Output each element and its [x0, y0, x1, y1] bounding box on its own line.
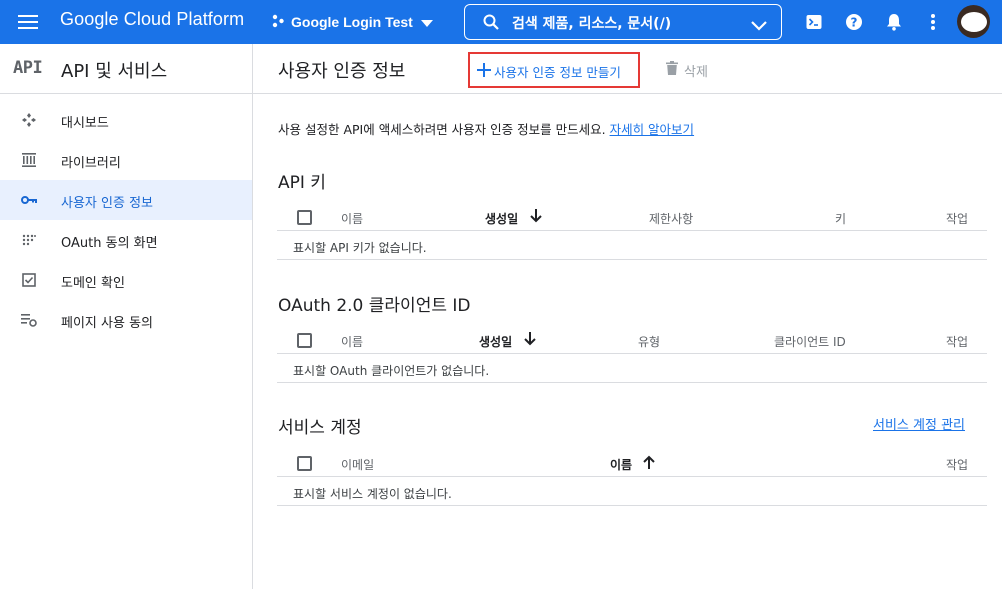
page-title: 사용자 인증 정보 — [278, 61, 406, 82]
column-header[interactable]: 이름 — [341, 333, 363, 350]
key-icon — [20, 192, 38, 208]
create-credentials-button[interactable]: 사용자 인증 정보 만들기 — [468, 52, 640, 88]
select-all-checkbox[interactable] — [297, 333, 312, 348]
table-row: 표시할 서비스 계정이 없습니다. — [277, 477, 987, 506]
sidebar-item-label: 라이브러리 — [61, 156, 121, 171]
search-bar[interactable]: 검색 제품, 리소스, 문서(/) — [464, 4, 782, 40]
checkbox-icon — [20, 272, 38, 288]
project-icon — [271, 14, 285, 31]
service-accounts-title: 서비스 계정 — [278, 418, 362, 438]
table-header: 이름 생성일 제한사항 키 작업 — [277, 203, 987, 231]
column-header: 작업 — [946, 458, 969, 472]
column-header[interactable]: 생성일 — [479, 333, 512, 350]
arrow-down-icon[interactable] — [522, 330, 538, 348]
sidebar-item-label: 사용자 인증 정보 — [61, 196, 153, 211]
hamburger-menu-icon[interactable] — [10, 6, 46, 38]
page-header: 사용자 인증 정보 사용자 인증 정보 만들기 삭제 — [253, 44, 1002, 94]
column-header[interactable]: 클라이언트 ID — [774, 333, 846, 350]
top-app-bar: Google Cloud Platform Google Login Test … — [0, 0, 1002, 44]
more-vert-icon[interactable] — [921, 10, 945, 34]
brand-title[interactable]: Google Cloud Platform — [60, 9, 244, 30]
search-placeholder: 검색 제품, 리소스, 문서(/) — [512, 16, 672, 32]
sidebar: API API 및 서비스 대시보드 라이브러리 사용자 인증 정보 OAuth… — [0, 44, 253, 589]
table-header: 이름 생성일 유형 클라이언트 ID 작업 — [277, 326, 987, 354]
arrow-up-icon[interactable] — [641, 453, 657, 471]
account-avatar[interactable] — [957, 5, 990, 38]
svg-text:?: ? — [851, 16, 858, 30]
column-header: 작업 — [946, 212, 969, 226]
sidebar-item-library[interactable]: 라이브러리 — [0, 140, 252, 180]
oauth-clients-title: OAuth 2.0 클라이언트 ID — [278, 296, 471, 316]
api-logo: API — [13, 58, 43, 78]
sidebar-item-label: OAuth 동의 화면 — [61, 236, 158, 251]
library-icon — [20, 152, 38, 168]
manage-service-accounts-link[interactable]: 서비스 계정 관리 — [873, 414, 965, 433]
table-row: 표시할 OAuth 클라이언트가 없습니다. — [277, 354, 987, 383]
sidebar-item-label: 도메인 확인 — [61, 276, 125, 291]
column-header[interactable]: 이름 — [341, 210, 363, 227]
sidebar-item-page-usage-agreements[interactable]: 페이지 사용 동의 — [0, 300, 252, 340]
sidebar-item-oauth-consent[interactable]: OAuth 동의 화면 — [0, 220, 252, 260]
project-name: Google Login Test — [291, 14, 413, 30]
settings-list-icon — [20, 312, 38, 328]
oauth-clients-table: 이름 생성일 유형 클라이언트 ID 작업 표시할 OAuth 클라이언트가 없… — [277, 326, 987, 383]
service-accounts-table: 이메일 이름 작업 표시할 서비스 계정이 없습니다. — [277, 449, 987, 506]
oauth-consent-icon — [20, 232, 38, 248]
trash-icon — [666, 61, 678, 79]
delete-button[interactable]: 삭제 — [666, 58, 708, 82]
delete-label: 삭제 — [684, 64, 708, 80]
sidebar-item-label: 대시보드 — [61, 116, 109, 131]
sidebar-header: API API 및 서비스 — [0, 44, 252, 94]
notifications-icon[interactable] — [882, 10, 906, 34]
intro-text: 사용 설정한 API에 액세스하려면 사용자 인증 정보를 만드세요. — [278, 122, 606, 137]
sidebar-item-domain-verification[interactable]: 도메인 확인 — [0, 260, 252, 300]
sidebar-nav: 대시보드 라이브러리 사용자 인증 정보 OAuth 동의 화면 도메인 확인 — [0, 100, 252, 340]
api-keys-title: API 키 — [278, 173, 326, 193]
column-header[interactable]: 유형 — [638, 333, 660, 350]
sidebar-item-credentials[interactable]: 사용자 인증 정보 — [0, 180, 252, 220]
table-header: 이메일 이름 작업 — [277, 449, 987, 477]
cloud-shell-icon[interactable] — [802, 10, 826, 34]
column-header[interactable]: 키 — [835, 210, 846, 227]
column-header: 작업 — [946, 335, 969, 349]
create-credentials-label: 사용자 인증 정보 만들기 — [494, 65, 621, 80]
sidebar-title: API 및 서비스 — [61, 61, 168, 82]
column-header[interactable]: 제한사항 — [649, 210, 693, 227]
project-selector[interactable]: Google Login Test — [271, 7, 433, 37]
learn-more-link[interactable]: 자세히 알아보기 — [610, 122, 694, 137]
arrow-down-icon[interactable] — [528, 207, 544, 225]
table-row: 표시할 API 키가 없습니다. — [277, 231, 987, 260]
empty-message: 표시할 API 키가 없습니다. — [293, 241, 427, 255]
add-icon — [475, 59, 491, 81]
main-content: 사용자 인증 정보 사용자 인증 정보 만들기 삭제 사용 설정한 API에 액… — [253, 44, 1002, 589]
api-keys-table: 이름 생성일 제한사항 키 작업 표시할 API 키가 없습니다. — [277, 203, 987, 260]
select-all-checkbox[interactable] — [297, 456, 312, 471]
search-expand-icon[interactable] — [751, 16, 767, 35]
help-icon[interactable]: ? — [842, 10, 866, 34]
intro-text-row: 사용 설정한 API에 액세스하려면 사용자 인증 정보를 만드세요. 자세히 알… — [278, 119, 694, 138]
column-header[interactable]: 이름 — [610, 456, 632, 473]
empty-message: 표시할 서비스 계정이 없습니다. — [293, 487, 452, 501]
column-header[interactable]: 생성일 — [485, 210, 518, 227]
select-all-checkbox[interactable] — [297, 210, 312, 225]
sidebar-item-dashboard[interactable]: 대시보드 — [0, 100, 252, 140]
dashboard-icon — [20, 112, 38, 128]
chevron-down-icon — [420, 14, 433, 30]
column-header[interactable]: 이메일 — [341, 456, 374, 473]
search-icon — [483, 14, 499, 34]
sidebar-item-label: 페이지 사용 동의 — [61, 316, 153, 331]
empty-message: 표시할 OAuth 클라이언트가 없습니다. — [293, 364, 490, 378]
